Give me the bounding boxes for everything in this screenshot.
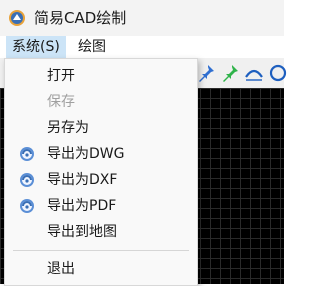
title-bar: 简易CAD绘制	[0, 0, 284, 36]
menu-item-label: 退出	[47, 261, 75, 277]
menu-item-save: 保存	[5, 89, 197, 115]
green-pushpin-icon[interactable]	[220, 63, 240, 83]
blue-pushpin-icon[interactable]	[196, 63, 216, 83]
menu-item-label: 导出为PDF	[47, 198, 117, 214]
menu-item-export-dwg[interactable]: 导出为DWG	[5, 141, 197, 167]
menu-draw[interactable]: 绘图	[72, 36, 112, 58]
arc-icon[interactable]	[244, 63, 264, 83]
menu-item-label: 导出为DXF	[47, 172, 118, 188]
menu-item-label: 另存为	[47, 120, 89, 136]
menu-item-label: 保存	[47, 94, 75, 110]
menu-item-exit[interactable]: 退出	[5, 256, 197, 282]
system-menu-dropdown: 打开 保存 另存为 导出为DWG 导出为DXF 导出为PDF 导出到地图 退出	[4, 58, 198, 286]
menu-item-open[interactable]: 打开	[5, 63, 197, 89]
menu-item-label: 导出为DWG	[47, 146, 125, 162]
circle-icon[interactable]	[268, 63, 288, 83]
export-gear-icon	[20, 173, 34, 187]
menu-separator	[13, 250, 189, 251]
menu-item-save-as[interactable]: 另存为	[5, 115, 197, 141]
app-icon	[9, 10, 25, 26]
menu-item-label: 导出到地图	[47, 224, 117, 240]
menu-system[interactable]: 系统(S)	[6, 36, 66, 58]
menu-item-export-pdf[interactable]: 导出为PDF	[5, 193, 197, 219]
menu-bar: 系统(S) 绘图	[0, 36, 284, 58]
menu-item-export-dxf[interactable]: 导出为DXF	[5, 167, 197, 193]
menu-item-label: 打开	[47, 68, 75, 84]
window-title: 简易CAD绘制	[34, 9, 127, 27]
export-gear-icon	[20, 147, 34, 161]
export-gear-icon	[20, 199, 34, 213]
menu-item-export-map[interactable]: 导出到地图	[5, 219, 197, 245]
